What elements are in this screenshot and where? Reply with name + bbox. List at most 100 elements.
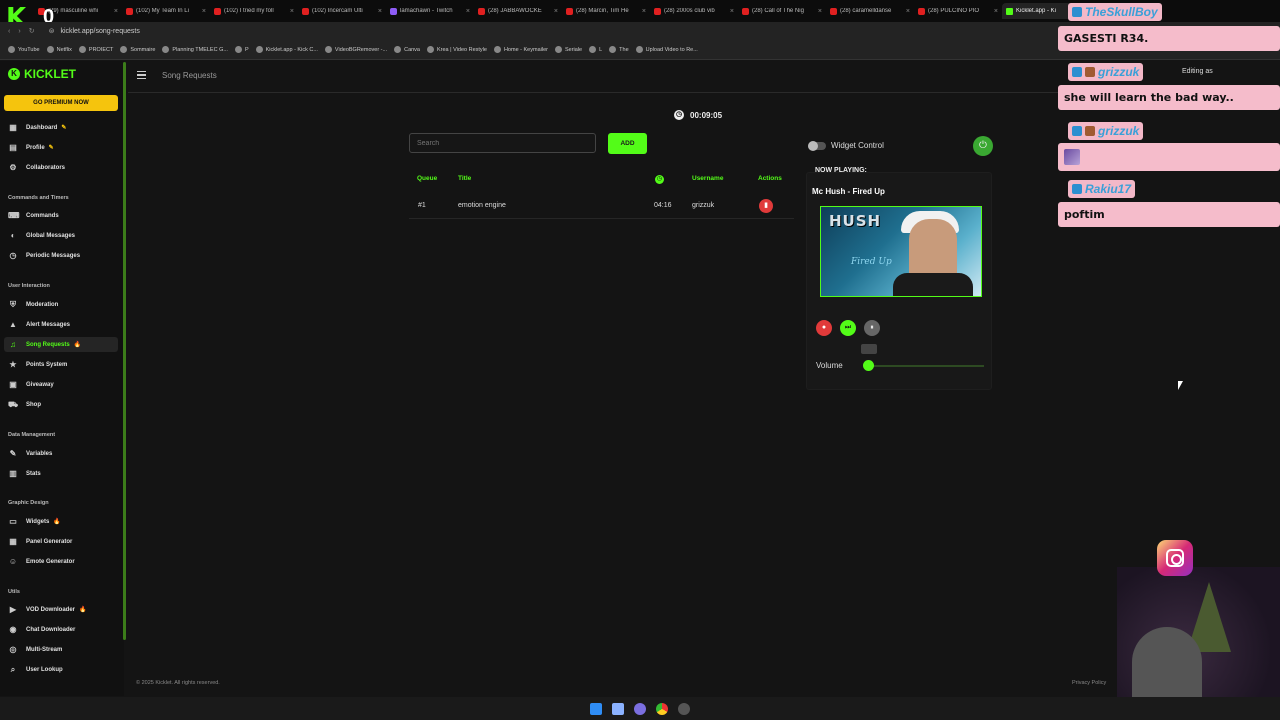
sidebar-item-label: Global Messages	[26, 232, 76, 239]
skip-button[interactable]: ⏭	[840, 320, 856, 336]
bookmark-item[interactable]: The	[609, 46, 629, 53]
obs-icon[interactable]	[678, 702, 690, 715]
taskview-icon[interactable]	[612, 702, 624, 715]
bookmark-item[interactable]: Krea | Video Restyle	[427, 46, 487, 53]
header-divider	[128, 92, 1058, 93]
sidebar-item-giveaway[interactable]: ▣ Giveaway	[4, 377, 118, 392]
close-tab-icon[interactable]: ×	[554, 8, 558, 15]
sidebar-item-profile[interactable]: ▤ Profile ✎	[4, 140, 118, 155]
bookmark-item[interactable]: Upload Video to Re...	[635, 46, 698, 53]
close-tab-icon[interactable]: ×	[202, 8, 206, 15]
browser-tab[interactable]: (28) PULCINO PIO ×	[914, 3, 1002, 19]
close-tab-icon[interactable]: ×	[818, 8, 822, 15]
shop-icon: ⛟	[8, 399, 19, 409]
bookmark-item[interactable]: VideoBGRemover -...	[324, 46, 387, 53]
volume-track[interactable]	[868, 365, 984, 367]
back-icon[interactable]: ‹	[8, 28, 10, 35]
sidebar-scrollbar[interactable]	[123, 62, 126, 640]
bookmark-favicon-icon	[324, 46, 332, 53]
sidebar-item-periodic-messages[interactable]: ◷ Periodic Messages	[4, 248, 118, 263]
close-tab-icon[interactable]: ×	[466, 8, 470, 15]
vod-downloader-icon: ▶	[9, 604, 17, 614]
search-input[interactable]	[409, 133, 596, 153]
widget-control-toggle[interactable]	[808, 141, 826, 151]
yt-favicon-icon	[126, 7, 133, 15]
sidebar-section-heading: Commands and Timers	[8, 195, 69, 201]
power-button[interactable]: ⏻	[973, 136, 993, 156]
bookmark-item[interactable]: Kicklet.app - Kick C...	[255, 46, 318, 53]
sidebar-item-chat-downloader[interactable]: ◉ Chat Downloader	[4, 622, 118, 637]
bookmark-item[interactable]: Seriale	[554, 46, 582, 53]
pause-button[interactable]: ⏸	[864, 320, 880, 336]
moderation-icon: ⛨	[10, 299, 16, 309]
sidebar-item-alert-messages[interactable]: ▲ Alert Messages	[4, 317, 118, 332]
sidebar-item-song-requests[interactable]: ♫ Song Requests 🔥	[4, 337, 118, 352]
discord-icon[interactable]	[634, 702, 646, 715]
bookmark-item[interactable]: Home - Keymailer	[493, 46, 548, 53]
sidebar-item-moderation[interactable]: ⛨ Moderation	[4, 297, 118, 312]
bookmark-item[interactable]: Planning TMELEC G...	[162, 46, 228, 53]
sidebar-item-emote-generator[interactable]: ☺ Emote Generator	[4, 554, 118, 569]
brand-logo[interactable]: K KICKLET	[8, 67, 76, 81]
delete-song-button[interactable]: ▮	[759, 199, 773, 213]
col-title: Title	[458, 175, 472, 182]
browser-tab[interactable]: (28) Marcin, Tim He ×	[562, 3, 650, 19]
bookmark-item[interactable]: Canva	[394, 46, 420, 53]
bookmark-favicon-icon	[609, 46, 617, 53]
sidebar-item-global-messages[interactable]: ◐ Global Messages	[4, 228, 118, 243]
reload-icon[interactable]: ↻	[29, 27, 35, 35]
sidebar-item-commands[interactable]: ⌨ Commands	[4, 208, 118, 223]
sidebar-item-stats[interactable]: ▥ Stats	[4, 466, 118, 481]
col-username: Username	[692, 175, 724, 182]
add-song-button[interactable]: ADD	[608, 133, 647, 154]
privacy-policy-link[interactable]: Privacy Policy	[1072, 680, 1106, 686]
bookmark-item[interactable]: YouTube	[8, 46, 40, 53]
sidebar-item-vod-downloader[interactable]: ▶ VOD Downloader 🔥	[4, 602, 118, 617]
sidebar-item-dashboard[interactable]: ▦ Dashboard ✎	[4, 120, 118, 135]
url-text[interactable]: kicklet.app/song-requests	[60, 28, 139, 35]
bookmark-item[interactable]: Sommaire	[120, 46, 155, 53]
menu-icon[interactable]	[137, 71, 146, 79]
sidebar-item-points-system[interactable]: ★ Points System	[4, 357, 118, 372]
start-icon[interactable]	[590, 702, 602, 715]
browser-tab[interactable]: lamachawn - Twitch ×	[386, 3, 474, 19]
variables-icon: ✎	[9, 448, 17, 458]
volume-slider[interactable]	[863, 360, 874, 371]
close-tab-icon[interactable]: ×	[114, 8, 118, 15]
sidebar-item-label: Stats	[26, 470, 41, 477]
chrome-icon[interactable]	[656, 702, 668, 715]
browser-tab[interactable]: (28) caramelldanse ×	[826, 3, 914, 19]
bookmark-item[interactable]: L	[589, 46, 602, 53]
close-tab-icon[interactable]: ×	[290, 8, 294, 15]
close-tab-icon[interactable]: ×	[378, 8, 382, 15]
volume-label: Volume	[816, 361, 843, 370]
bookmark-label: Krea | Video Restyle	[437, 46, 487, 53]
sidebar-item-shop[interactable]: ⛟ Shop	[4, 397, 118, 412]
sidebar-item-widgets[interactable]: ▭ Widgets 🔥	[4, 514, 118, 529]
close-tab-icon[interactable]: ×	[642, 8, 646, 15]
stop-button[interactable]: ●	[816, 320, 832, 336]
close-tab-icon[interactable]: ×	[906, 8, 910, 15]
bookmark-item[interactable]: P	[234, 46, 249, 53]
close-tab-icon[interactable]: ×	[994, 8, 998, 15]
collaborators-icon: ⚙	[9, 162, 17, 172]
browser-tab[interactable]: (102) My Team In Li ×	[122, 3, 210, 19]
commands-icon: ⌨	[8, 210, 20, 220]
bookmark-item[interactable]: PROIECT	[78, 46, 113, 53]
go-premium-button[interactable]: GO PREMIUM NOW	[4, 95, 118, 111]
sidebar-item-multi-stream[interactable]: ◎ Multi-Stream	[4, 642, 118, 657]
forward-icon[interactable]: ›	[18, 28, 20, 35]
site-info-icon[interactable]: ⊜	[49, 27, 55, 35]
close-tab-icon[interactable]: ×	[730, 8, 734, 15]
browser-tab[interactable]: (28) JABBAWOCKE ×	[474, 3, 562, 19]
browser-tab[interactable]: (102) I tried my foll ×	[210, 3, 298, 19]
bookmark-item[interactable]: Netflix	[46, 46, 72, 53]
browser-tab[interactable]: (102) Încercăm Ulti ×	[298, 3, 386, 19]
sidebar-item-collaborators[interactable]: ⚙ Collaborators	[4, 160, 118, 175]
browser-tab[interactable]: (28) Call of The Nig ×	[738, 3, 826, 19]
browser-tab[interactable]: (28) 2000s club vib ×	[650, 3, 738, 19]
sidebar-item-panel-generator[interactable]: ▦ Panel Generator	[4, 534, 118, 549]
chat-emote-icon	[1064, 149, 1080, 165]
sidebar-item-user-lookup[interactable]: ⌕ User Lookup	[4, 662, 118, 677]
sidebar-item-variables[interactable]: ✎ Variables	[4, 446, 118, 461]
